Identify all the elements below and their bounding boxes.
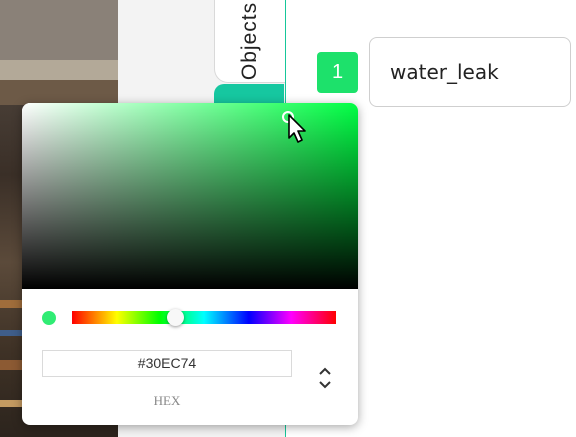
- color-preview-swatch: [42, 311, 56, 325]
- hue-slider[interactable]: [72, 311, 336, 324]
- color-picker-popup: #30EC74 HEX: [22, 103, 358, 425]
- hex-input[interactable]: #30EC74: [42, 350, 292, 377]
- mouse-pointer-icon: [288, 114, 306, 143]
- label-name-input[interactable]: water_leak: [369, 37, 571, 107]
- chevron-up-down-icon[interactable]: [315, 363, 335, 393]
- label-index-badge: 1: [317, 52, 358, 93]
- color-mode-label: HEX: [153, 393, 181, 408]
- hue-slider-handle[interactable]: [167, 309, 184, 326]
- tab-objects-label: Objects: [238, 1, 261, 81]
